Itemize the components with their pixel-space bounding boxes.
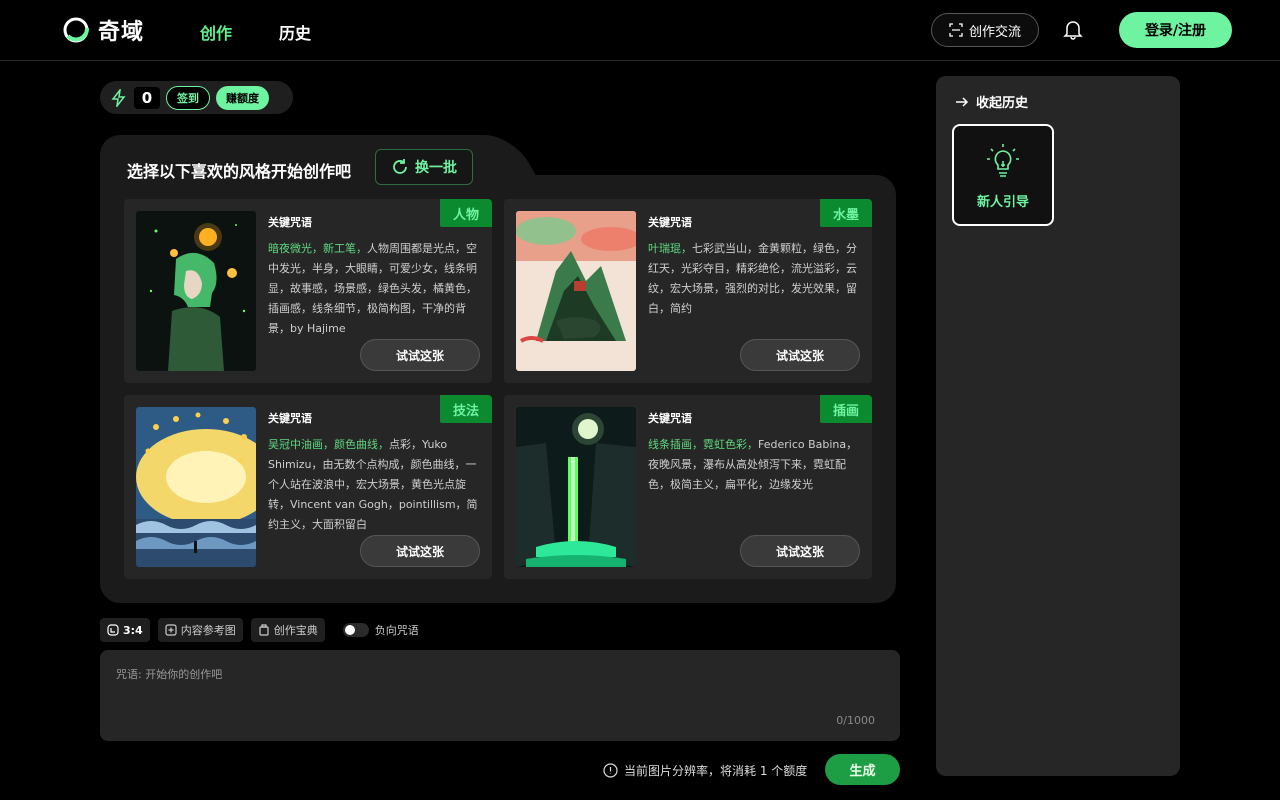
notice-text: 当前图片分辨率，将消耗 1 个额度	[624, 764, 808, 778]
ratio-value: 3:4	[123, 623, 143, 637]
refresh-label: 换一批	[415, 160, 457, 176]
top-bar: 奇域 创作 历史 创作交流 登录/注册	[0, 0, 1280, 61]
card-tag: 水墨	[820, 199, 872, 227]
card-image-illustration	[516, 407, 636, 567]
negative-prompt-toggle[interactable]: 负向咒语	[342, 622, 419, 638]
card-highlight: 叶瑞琨，	[648, 242, 692, 255]
try-button[interactable]: 试试这张	[740, 535, 860, 567]
char-counter: 0/1000	[836, 714, 875, 727]
exchange-label: 创作交流	[968, 24, 1021, 40]
card-tag: 技法	[440, 395, 492, 423]
card-description: 线条插画，霓虹色彩，Federico Babina，夜晚风景，瀑布从高处倾泻下来…	[648, 435, 858, 535]
logo[interactable]: 奇域	[62, 14, 144, 46]
prompt-box: 0/1000	[100, 650, 900, 741]
scan-icon	[949, 23, 963, 37]
login-button[interactable]: 登录/注册	[1119, 12, 1232, 48]
resolution-notice: 当前图片分辨率，将消耗 1 个额度	[603, 762, 807, 779]
credit-count: 0	[134, 86, 160, 109]
try-button[interactable]: 试试这张	[360, 339, 480, 371]
card-label: 关键咒语	[648, 216, 692, 229]
style-card-portrait[interactable]: 关键咒语 人物 暗夜微光，新工笔，人物周围都是光点，空中发光，半身，大眼睛，可爱…	[124, 199, 492, 383]
newcomer-guide-label: 新人引导	[976, 194, 1029, 210]
credits-bar: 0 签到 赚额度	[100, 81, 293, 114]
panel-title: 选择以下喜欢的风格开始创作吧	[127, 162, 352, 181]
nav-history[interactable]: 历史	[279, 20, 311, 44]
try-button[interactable]: 试试这张	[360, 535, 480, 567]
card-description: 暗夜微光，新工笔，人物周围都是光点，空中发光，半身，大眼睛，可爱少女，线条明显，…	[268, 239, 478, 339]
card-tag: 插画	[820, 395, 872, 423]
creation-guide-label: 创作宝典	[273, 624, 318, 637]
logo-icon	[63, 17, 89, 43]
generate-button[interactable]: 生成	[825, 754, 900, 785]
reference-image-label: 内容参考图	[180, 624, 236, 637]
bulb-icon	[987, 143, 1019, 177]
app-name: 奇域	[98, 20, 145, 45]
ratio-button[interactable]: 3:4	[100, 618, 150, 642]
options-row: 3:4 内容参考图 创作宝典 负向咒语	[100, 618, 419, 642]
info-icon	[603, 763, 618, 778]
nav-create[interactable]: 创作	[200, 20, 232, 44]
card-image-ink	[516, 211, 636, 371]
card-tag: 人物	[440, 199, 492, 227]
card-label: 关键咒语	[268, 412, 312, 425]
creation-guide-button[interactable]: 创作宝典	[250, 618, 325, 642]
card-description: 吴冠中油画，颜色曲线，点彩，Yuko Shimizu，由无数个点构成，颜色曲线，…	[268, 435, 478, 535]
card-highlight: 线条插画，霓虹色彩，	[648, 438, 758, 451]
bolt-icon	[111, 88, 126, 107]
plus-icon	[165, 624, 177, 636]
style-card-technique[interactable]: 关键咒语 技法 吴冠中油画，颜色曲线，点彩，Yuko Shimizu，由无数个点…	[124, 395, 492, 579]
refresh-button[interactable]: 换一批	[375, 149, 473, 185]
card-highlight: 吴冠中油画，颜色曲线，	[268, 438, 389, 451]
try-button[interactable]: 试试这张	[740, 339, 860, 371]
bell-icon[interactable]	[1062, 18, 1084, 40]
arrow-right-icon	[956, 96, 969, 107]
card-text: 点彩，Yuko Shimizu，由无数个点构成，颜色曲线，一个人站在波浪中，宏大…	[268, 438, 478, 531]
style-card-ink[interactable]: 关键咒语 水墨 叶瑞琨，七彩武当山，金黄颗粒，绿色，分红天，光彩夺目，精彩绝伦，…	[504, 199, 872, 383]
style-panel: 选择以下喜欢的风格开始创作吧 换一批 关键咒语 人物 暗夜微光，新工笔，人物周围…	[100, 135, 896, 603]
checkin-button[interactable]: 签到	[166, 85, 210, 110]
card-label: 关键咒语	[648, 412, 692, 425]
refresh-icon	[393, 159, 407, 174]
card-text: 人物周围都是光点，空中发光，半身，大眼睛，可爱少女，线条明显，故事感，场景感，绿…	[268, 242, 477, 335]
reference-image-button[interactable]: 内容参考图	[157, 618, 243, 642]
card-description: 叶瑞琨，七彩武当山，金黄颗粒，绿色，分红天，光彩夺目，精彩绝伦，流光溢彩，云纹，…	[648, 239, 858, 339]
negative-prompt-label: 负向咒语	[374, 624, 419, 637]
card-image-technique	[136, 407, 256, 567]
exchange-button[interactable]: 创作交流	[931, 13, 1039, 47]
style-card-illustration[interactable]: 关键咒语 插画 线条插画，霓虹色彩，Federico Babina，夜晚风景，瀑…	[504, 395, 872, 579]
card-highlight: 暗夜微光，新工笔，	[268, 242, 367, 255]
prompt-input[interactable]	[116, 666, 876, 716]
toggle-switch[interactable]	[342, 623, 369, 637]
collapse-history-label: 收起历史	[976, 96, 1029, 111]
ratio-icon	[107, 624, 119, 636]
card-label: 关键咒语	[268, 216, 312, 229]
book-icon	[259, 624, 269, 636]
collapse-history-button[interactable]: 收起历史	[954, 92, 1028, 111]
earn-credits-button[interactable]: 赚额度	[216, 85, 269, 110]
card-image-portrait	[136, 211, 256, 371]
history-sidebar: 收起历史 新人引导	[936, 76, 1180, 776]
newcomer-guide-card[interactable]: 新人引导	[952, 124, 1054, 226]
